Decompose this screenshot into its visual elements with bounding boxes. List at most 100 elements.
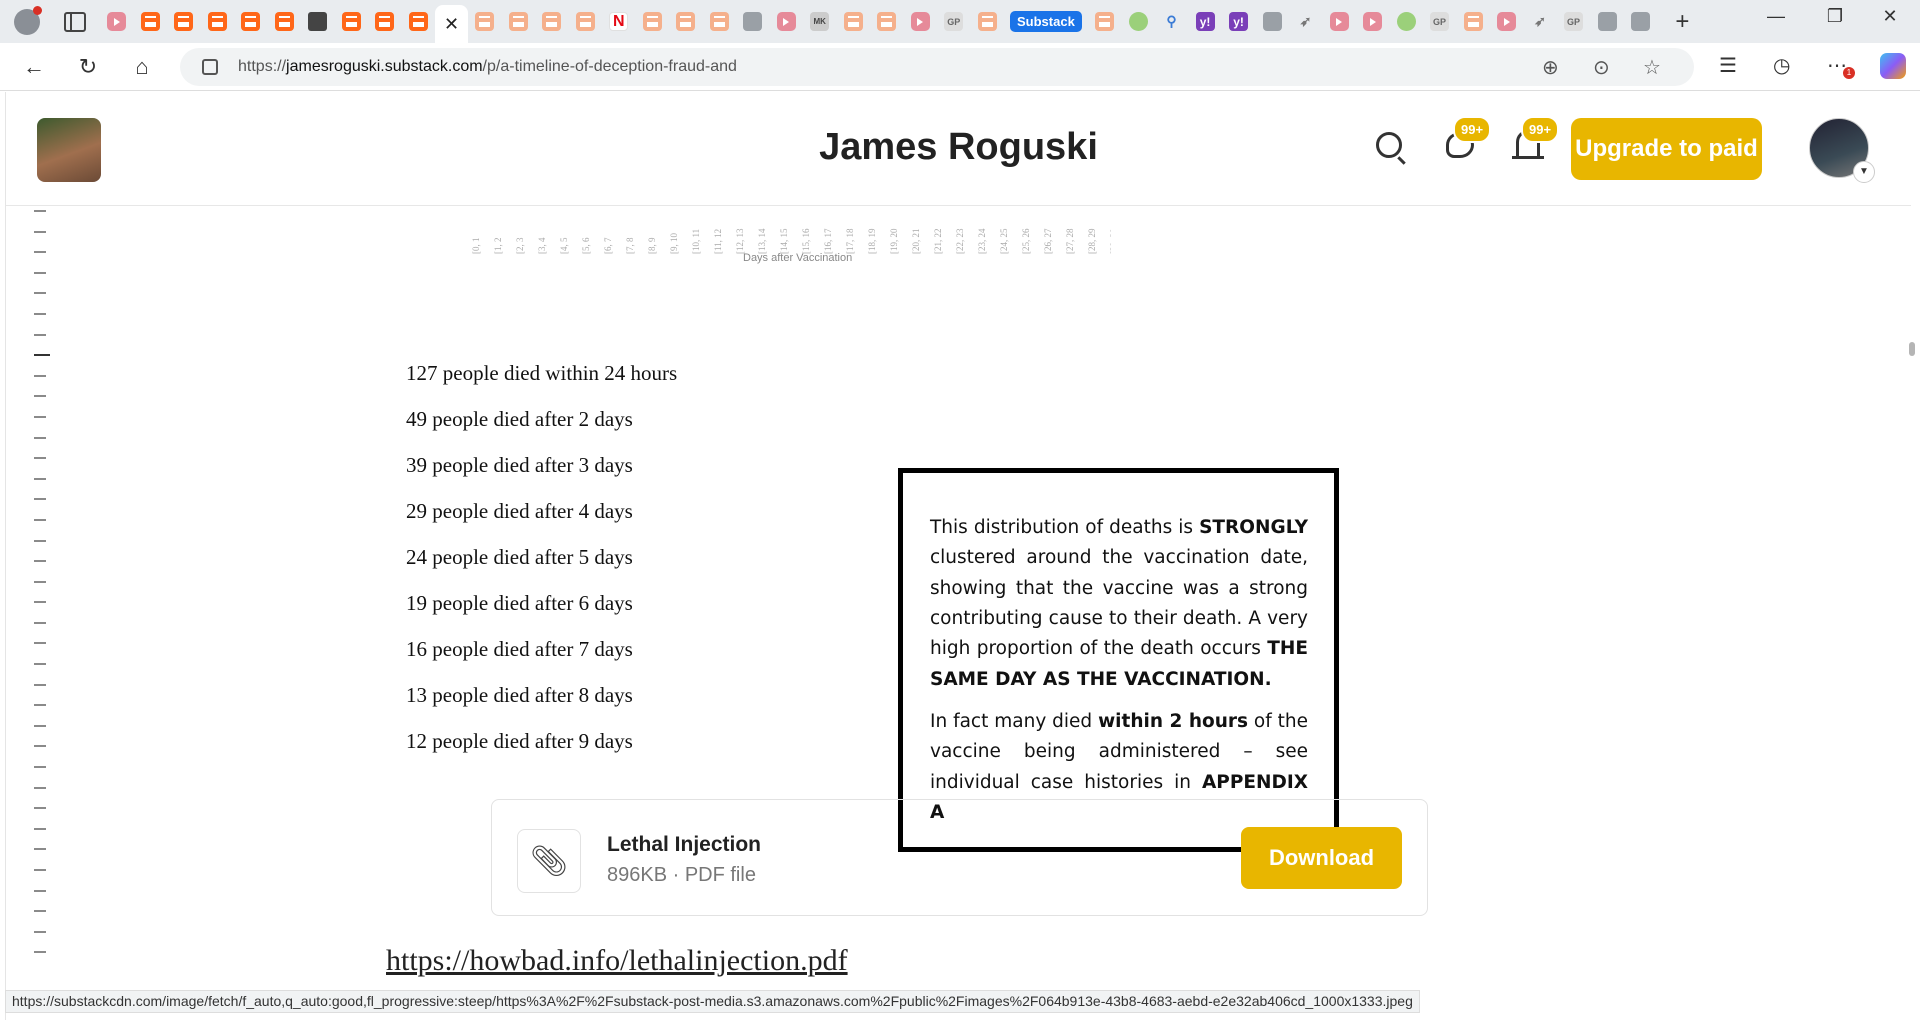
toc-marker[interactable] (34, 766, 46, 769)
zoom-icon[interactable]: ⊕ (1542, 55, 1559, 80)
tab[interactable] (703, 5, 737, 39)
toc-marker[interactable] (34, 251, 46, 254)
tab[interactable] (870, 5, 904, 39)
tab[interactable] (535, 5, 569, 39)
document-image[interactable]: [0, 1 [1, 2 [2, 3 [3, 4 [4, 5 [5, 6 [6, 7 [7, 8… (401, 206, 1401, 852)
tab[interactable] (1456, 5, 1490, 39)
tab[interactable]: ⚲ (1155, 5, 1189, 39)
home-icon[interactable]: ⌂ (128, 53, 156, 81)
url-field[interactable]: https://jamesroguski.substack.com/p/a-ti… (180, 48, 1694, 86)
history-icon[interactable]: ◷ (1773, 53, 1790, 78)
toc-marker[interactable] (34, 560, 46, 563)
active-tab[interactable]: ✕ (435, 5, 468, 43)
tab[interactable] (837, 5, 871, 39)
tab[interactable] (904, 5, 938, 39)
toc-marker[interactable] (34, 395, 46, 398)
tab[interactable] (234, 5, 268, 39)
favorites-icon[interactable]: ☰ (1719, 53, 1737, 78)
toc-marker[interactable] (34, 951, 46, 954)
toc-marker[interactable] (34, 889, 46, 892)
tab[interactable] (770, 5, 804, 39)
back-icon[interactable]: ← (20, 53, 48, 81)
tab[interactable]: y! (1188, 5, 1222, 39)
tab[interactable] (1255, 5, 1289, 39)
tab[interactable]: MK (803, 5, 837, 39)
new-tab-button[interactable]: + (1675, 8, 1689, 36)
toc-marker[interactable] (34, 663, 46, 666)
toc-marker[interactable] (34, 786, 46, 789)
tab[interactable] (201, 5, 235, 39)
toc-marker[interactable] (34, 436, 46, 439)
toc-marker[interactable] (34, 292, 46, 295)
profile-icon[interactable] (14, 5, 42, 35)
toc-marker[interactable] (34, 457, 46, 460)
scrollbar-thumb[interactable] (1909, 342, 1915, 356)
tab[interactable] (569, 5, 603, 39)
tab[interactable] (636, 5, 670, 39)
tab[interactable] (1322, 5, 1356, 39)
refresh-icon[interactable]: ↻ (74, 53, 102, 81)
toc-marker[interactable] (34, 642, 46, 645)
tab[interactable]: y! (1222, 5, 1256, 39)
tab[interactable] (402, 5, 436, 39)
tab[interactable]: GP (1423, 5, 1457, 39)
tab[interactable] (1088, 5, 1122, 39)
tab[interactable] (134, 5, 168, 39)
toc-marker[interactable] (34, 271, 46, 274)
close-window-icon[interactable]: ✕ (1875, 6, 1905, 27)
toc-marker[interactable] (34, 683, 46, 686)
toc-marker[interactable] (34, 312, 46, 315)
toc-marker[interactable] (34, 704, 46, 707)
tab[interactable] (736, 5, 770, 39)
tab[interactable] (368, 5, 402, 39)
close-tab-icon[interactable]: ✕ (444, 14, 459, 35)
toc-marker[interactable] (34, 807, 46, 810)
tab[interactable] (468, 5, 502, 39)
tab[interactable]: GP (1557, 5, 1591, 39)
tab[interactable]: ➶ (1523, 5, 1557, 39)
tab-actions-icon[interactable] (64, 11, 86, 32)
tab[interactable] (335, 5, 369, 39)
tab[interactable] (167, 5, 201, 39)
toc-marker[interactable] (34, 724, 46, 727)
toc-marker[interactable] (34, 230, 46, 233)
tab[interactable]: ➶ (1289, 5, 1323, 39)
download-button[interactable]: Download (1241, 827, 1402, 889)
toc-marker[interactable] (34, 869, 46, 871)
tab[interactable] (1490, 5, 1524, 39)
maximize-icon[interactable]: ❐ (1820, 6, 1850, 27)
tab[interactable] (1590, 5, 1624, 39)
tab[interactable]: GP (937, 5, 971, 39)
tab[interactable] (268, 5, 302, 39)
tab-group-label[interactable]: Substack (1010, 11, 1082, 32)
tab[interactable] (1389, 5, 1423, 39)
tab[interactable] (1121, 5, 1155, 39)
upgrade-button[interactable]: Upgrade to paid (1571, 118, 1762, 180)
toc-marker[interactable] (34, 354, 50, 357)
immersive-reader-icon[interactable]: ⊙ (1593, 55, 1610, 80)
tab[interactable] (971, 5, 1005, 39)
toc-marker[interactable] (34, 745, 46, 748)
toc-marker[interactable] (34, 539, 46, 542)
table-of-contents-rail[interactable] (34, 210, 50, 972)
toc-marker[interactable] (34, 621, 46, 624)
toc-marker[interactable] (34, 374, 46, 377)
toc-marker[interactable] (34, 580, 46, 583)
search-icon[interactable] (1376, 132, 1402, 158)
toc-marker[interactable] (34, 498, 46, 501)
copilot-icon[interactable] (1880, 53, 1906, 79)
toc-marker[interactable] (34, 601, 46, 604)
toc-marker[interactable] (34, 333, 46, 336)
tab[interactable] (669, 5, 703, 39)
tab[interactable] (1356, 5, 1390, 39)
minimize-icon[interactable]: — (1761, 6, 1791, 27)
tab[interactable]: N (602, 5, 636, 39)
toc-marker[interactable] (34, 518, 46, 521)
chevron-down-icon[interactable]: ▼ (1853, 161, 1875, 183)
toc-marker[interactable] (34, 210, 46, 212)
toc-marker[interactable] (34, 827, 46, 830)
add-favorite-icon[interactable]: ☆ (1643, 55, 1661, 80)
site-info-icon[interactable] (202, 59, 218, 75)
tab[interactable] (502, 5, 536, 39)
tab[interactable] (301, 5, 335, 39)
